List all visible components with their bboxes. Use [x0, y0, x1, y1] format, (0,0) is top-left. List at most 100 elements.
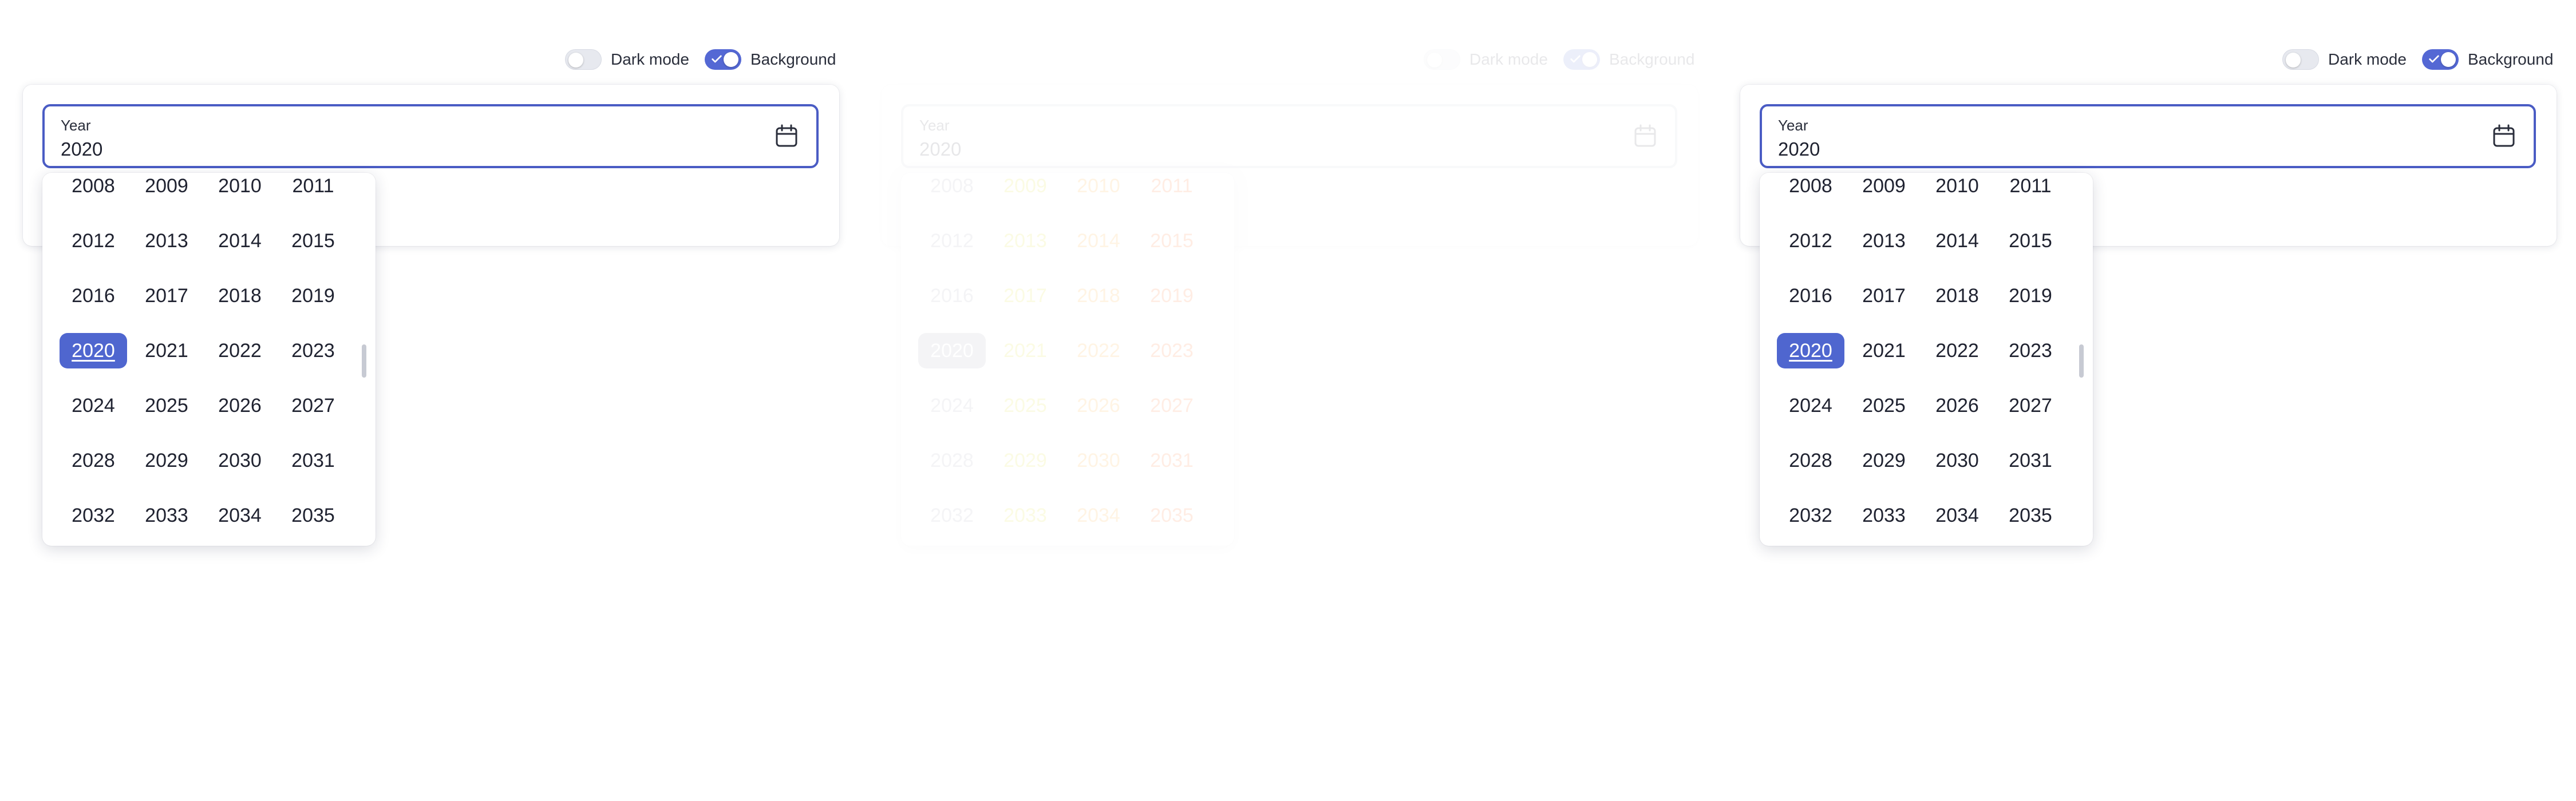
year-field-value[interactable]: 2020 [1778, 138, 1820, 160]
year-option[interactable]: 2009 [1850, 173, 1918, 204]
scrollbar[interactable] [2079, 344, 2084, 378]
year-option[interactable]: 2032 [918, 498, 986, 533]
year-field-value[interactable]: 2020 [919, 138, 961, 160]
year-option[interactable]: 2017 [1850, 278, 1918, 314]
year-option[interactable]: 2023 [1138, 333, 1206, 368]
year-option[interactable]: 2016 [1777, 278, 1844, 314]
year-option[interactable]: 2025 [1850, 388, 1918, 423]
year-option[interactable]: 2015 [279, 223, 347, 259]
calendar-icon[interactable] [773, 122, 800, 150]
year-field[interactable]: Year 2020 [42, 104, 819, 168]
year-option[interactable]: 2014 [1065, 223, 1132, 259]
year-dropdown[interactable]: 2008 2009 2010 2011 2012 2013 2014 2015 2016 2017… [42, 173, 376, 546]
year-option[interactable]: 2011 [1997, 173, 2064, 204]
dark-mode-toggle-group[interactable]: Dark mode [1424, 46, 1548, 73]
year-option[interactable]: 2008 [918, 173, 986, 204]
year-option[interactable]: 2032 [60, 498, 127, 533]
year-option[interactable]: 2014 [1923, 223, 1991, 259]
calendar-icon[interactable] [1631, 122, 1659, 150]
year-option[interactable]: 2019 [1138, 278, 1206, 314]
year-option[interactable]: 2034 [1923, 498, 1991, 533]
year-option[interactable]: 2019 [279, 278, 347, 314]
year-option[interactable]: 2035 [279, 498, 347, 533]
year-option[interactable]: 2026 [1923, 388, 1991, 423]
year-option[interactable]: 2018 [1065, 278, 1132, 314]
year-option[interactable]: 2029 [1850, 443, 1918, 478]
year-option[interactable]: 2016 [918, 278, 986, 314]
year-option[interactable]: 2012 [60, 223, 127, 259]
year-option[interactable]: 2025 [133, 388, 200, 423]
year-option[interactable]: 2035 [1138, 498, 1206, 533]
year-option[interactable]: 2028 [1777, 443, 1844, 478]
year-option[interactable]: 2034 [206, 498, 274, 533]
year-option[interactable]: 2008 [60, 173, 127, 204]
year-option[interactable]: 2021 [991, 333, 1059, 368]
year-option[interactable]: 2012 [1777, 223, 1844, 259]
year-option[interactable]: 2019 [1997, 278, 2064, 314]
background-toggle-group[interactable]: Background [1563, 46, 1694, 73]
year-option[interactable]: 2023 [1997, 333, 2064, 368]
dark-mode-toggle[interactable] [565, 49, 602, 70]
year-dropdown[interactable]: 2008 2009 2010 2011 2012 2013 2014 2015 2016 2017… [901, 173, 1234, 546]
scrollbar[interactable] [362, 344, 366, 378]
year-option[interactable]: 2031 [1997, 443, 2064, 478]
year-option[interactable]: 2032 [1777, 498, 1844, 533]
year-option[interactable]: 2018 [1923, 278, 1991, 314]
year-option[interactable]: 2033 [991, 498, 1059, 533]
year-option[interactable]: 2014 [206, 223, 274, 259]
year-option[interactable]: 2015 [1138, 223, 1206, 259]
year-option[interactable]: 2029 [133, 443, 200, 478]
background-toggle[interactable] [705, 49, 741, 70]
year-option[interactable]: 2013 [991, 223, 1059, 259]
year-option[interactable]: 2024 [918, 388, 986, 423]
year-option[interactable]: 2011 [1138, 173, 1206, 204]
background-toggle-group[interactable]: Background [705, 46, 836, 73]
year-option-selected[interactable]: 2020 [918, 333, 986, 368]
year-option[interactable]: 2031 [1138, 443, 1206, 478]
dark-mode-toggle[interactable] [2282, 49, 2319, 70]
year-option[interactable]: 2021 [1850, 333, 1918, 368]
year-option[interactable]: 2033 [133, 498, 200, 533]
year-option[interactable]: 2029 [991, 443, 1059, 478]
year-option[interactable]: 2035 [1997, 498, 2064, 533]
year-option[interactable]: 2009 [133, 173, 200, 204]
year-field-value[interactable]: 2020 [61, 138, 102, 160]
year-option[interactable]: 2033 [1850, 498, 1918, 533]
year-option[interactable]: 2027 [1138, 388, 1206, 423]
year-option[interactable]: 2010 [1065, 173, 1132, 204]
year-option[interactable]: 2022 [1065, 333, 1132, 368]
dark-mode-toggle-group[interactable]: Dark mode [2282, 46, 2407, 73]
year-option[interactable]: 2030 [206, 443, 274, 478]
year-option[interactable]: 2021 [133, 333, 200, 368]
dark-mode-toggle[interactable] [1424, 49, 1460, 70]
year-option[interactable]: 2030 [1065, 443, 1132, 478]
year-option[interactable]: 2017 [133, 278, 200, 314]
year-option[interactable]: 2024 [1777, 388, 1844, 423]
year-option[interactable]: 2012 [918, 223, 986, 259]
year-option[interactable]: 2027 [1997, 388, 2064, 423]
year-field[interactable]: Year 2020 [1760, 104, 2536, 168]
year-field[interactable]: Year 2020 [901, 104, 1677, 168]
year-option[interactable]: 2015 [1997, 223, 2064, 259]
year-option-selected[interactable]: 2020 [60, 333, 127, 368]
year-dropdown[interactable]: 2008 2009 2010 2011 2012 2013 2014 2015 2016 2017… [1760, 173, 2093, 546]
year-option[interactable]: 2022 [1923, 333, 1991, 368]
year-option[interactable]: 2023 [279, 333, 347, 368]
dark-mode-toggle-group[interactable]: Dark mode [565, 46, 689, 73]
year-option[interactable]: 2016 [60, 278, 127, 314]
year-option[interactable]: 2010 [206, 173, 274, 204]
year-option[interactable]: 2009 [991, 173, 1059, 204]
year-option[interactable]: 2008 [1777, 173, 1844, 204]
year-option[interactable]: 2034 [1065, 498, 1132, 533]
year-option[interactable]: 2024 [60, 388, 127, 423]
year-option[interactable]: 2011 [279, 173, 347, 204]
year-option[interactable]: 2013 [133, 223, 200, 259]
year-option[interactable]: 2010 [1923, 173, 1991, 204]
year-option[interactable]: 2027 [279, 388, 347, 423]
year-option[interactable]: 2022 [206, 333, 274, 368]
background-toggle[interactable] [2422, 49, 2459, 70]
calendar-icon[interactable] [2490, 122, 2518, 150]
background-toggle-group[interactable]: Background [2422, 46, 2553, 73]
year-option[interactable]: 2030 [1923, 443, 1991, 478]
year-option[interactable]: 2017 [991, 278, 1059, 314]
